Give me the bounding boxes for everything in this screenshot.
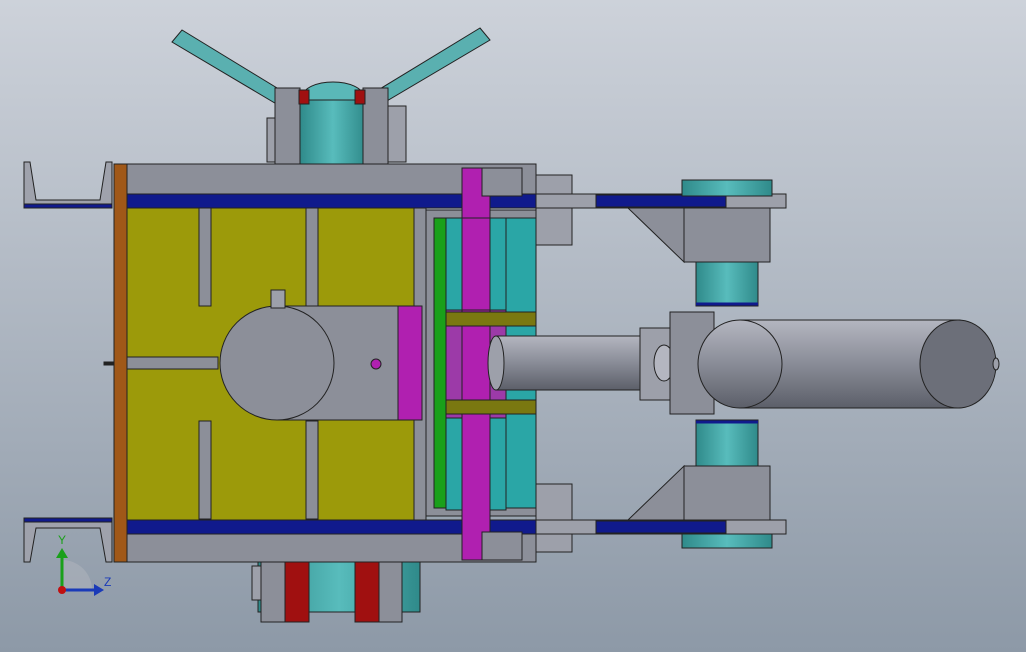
hub-red-right	[354, 89, 366, 105]
channel-top-blue	[23, 203, 113, 209]
triad-y-label: Y	[58, 533, 66, 547]
hub-bracket-left	[274, 87, 301, 165]
olive-tab-upper	[445, 311, 537, 327]
hub-side-right	[387, 105, 407, 163]
bottom-bracket-right	[377, 561, 403, 623]
bottom-bracket-left	[260, 561, 286, 623]
piston-magenta	[397, 305, 423, 421]
triad-origin	[58, 586, 66, 594]
clamp-bottom-tab	[481, 531, 523, 561]
triad-z-label: Z	[104, 575, 111, 589]
roller-top-cap	[681, 179, 773, 197]
roller-lower-shaft	[695, 419, 759, 467]
cad-viewport[interactable]: Y Z	[0, 0, 1026, 652]
green-strip	[433, 217, 447, 509]
slot-3	[125, 356, 219, 370]
roller-lower-block	[683, 465, 771, 521]
hub-body	[299, 99, 367, 165]
arm-lower-blue	[595, 520, 727, 534]
roller-bottom-cap	[681, 533, 773, 549]
slot-1	[198, 207, 212, 307]
left-pin	[103, 361, 115, 366]
piston-nub	[270, 289, 286, 309]
olive-tab-lower	[445, 399, 537, 415]
magenta-bar	[461, 167, 491, 561]
bottom-red-right	[354, 561, 380, 623]
barrel-end-nub	[992, 357, 1000, 371]
channel-bottom-blue	[23, 517, 113, 523]
arm-upper-blue	[595, 194, 727, 208]
clamp-top-tab	[481, 167, 523, 197]
assembly-drawing: Y Z	[0, 0, 1026, 652]
roller-upper-shaft	[695, 261, 759, 307]
hub-bracket-right	[362, 87, 389, 165]
slot-5	[305, 420, 319, 520]
bracket-upper	[535, 174, 573, 246]
hub-red-left	[298, 89, 310, 105]
brown-plate	[113, 163, 128, 563]
bracket-lower	[535, 483, 573, 553]
bottom-red-left	[284, 561, 310, 623]
barrel-end-cap	[919, 319, 997, 409]
slot-2	[305, 207, 319, 307]
piston-pin	[370, 358, 382, 370]
roller-upper-block	[683, 207, 771, 263]
barrel-rear-cap	[697, 319, 783, 409]
piston-end	[219, 305, 335, 421]
cylinder-rod	[495, 335, 647, 391]
rod-end	[487, 335, 505, 391]
slot-4	[198, 420, 212, 520]
